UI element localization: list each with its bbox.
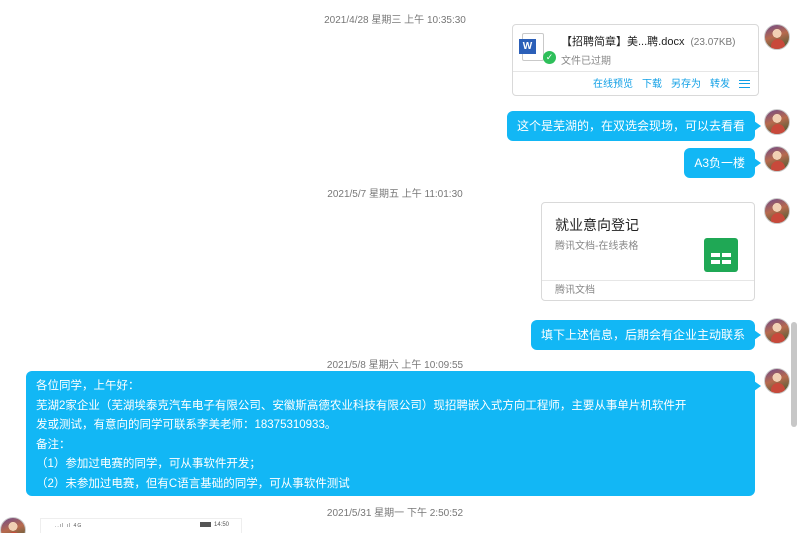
save-as-link[interactable]: 另存为 [671,79,701,90]
announcement-bubble[interactable]: 各位同学，上午好： 芜湖2家企业（芜湖埃泰克汽车电子有限公司、安徽斯高德农业科技… [26,371,761,496]
forward-link[interactable]: 转发 [710,79,730,90]
announcement-line: 芜湖2家企业（芜湖埃泰克汽车电子有限公司、安徽斯高德农业科技有限公司）现招聘嵌入… [36,399,687,412]
message-bubble[interactable]: 填下上述信息，后期会有企业主动联系 [530,320,762,350]
file-message-card[interactable]: W ✓ 【招聘简章】美...聘.docx (23.07KB) 文件已过期 在线预览… [512,24,759,96]
announcement-line: 发或测试，有意向的同学可联系李美老师：18375310933。 [36,419,337,431]
check-icon: ✓ [543,51,556,64]
menu-icon[interactable] [739,80,750,88]
message-bubble[interactable]: A3负一楼 [684,148,761,178]
avatar[interactable] [764,24,790,50]
doc-subtitle: 腾讯文档-在线表格 [555,241,639,252]
scrollbar-thumb[interactable] [791,322,797,427]
battery-icon [199,522,211,527]
timestamp: 2021/5/31 星期一 下午 2:50:52 [326,508,464,519]
avatar[interactable] [764,109,790,135]
screenshot-image-message[interactable]: ..ıl ıl 4G 14:50 [40,518,242,533]
file-size: (23.07KB) [690,37,736,48]
avatar[interactable] [764,368,790,394]
announcement-line: 各位同学，上午好： [36,380,140,392]
phone-time: 14:50 [213,522,229,528]
word-doc-icon: W [519,33,544,61]
preview-online-link[interactable]: 在线预览 [593,79,633,90]
announcement-line: 备注： [36,438,71,451]
announcement-line: （1）参加过电赛的同学，可从事软件开发； [36,458,261,470]
doc-footer: 腾讯文档 [542,280,754,300]
avatar[interactable] [0,517,26,533]
timestamp: 2021/5/7 星期五 上午 11:01:30 [327,189,463,200]
file-actions: 在线预览 下载 另存为 转发 [584,75,750,90]
avatar[interactable] [764,146,790,172]
signal-icon: ..ıl ıl 4G [55,523,83,529]
download-link[interactable]: 下载 [642,79,662,90]
timestamp: 2021/5/8 星期六 上午 10:09:55 [326,360,464,371]
tencent-doc-card[interactable]: 就业意向登记 腾讯文档-在线表格 腾讯文档 [541,202,755,301]
announcement-line: （2）未参加过电赛，但有C语言基础的同学，可从事软件测试 [36,477,350,490]
file-name: 【招聘简章】美...聘.docx [561,36,685,48]
doc-title: 就业意向登记 [555,217,639,233]
file-status: 文件已过期 [561,56,611,67]
message-bubble[interactable]: 这个是芜湖的，在双选会现场，可以去看看 [506,111,762,141]
spreadsheet-icon [704,238,738,272]
avatar[interactable] [764,198,790,224]
avatar[interactable] [764,318,790,344]
